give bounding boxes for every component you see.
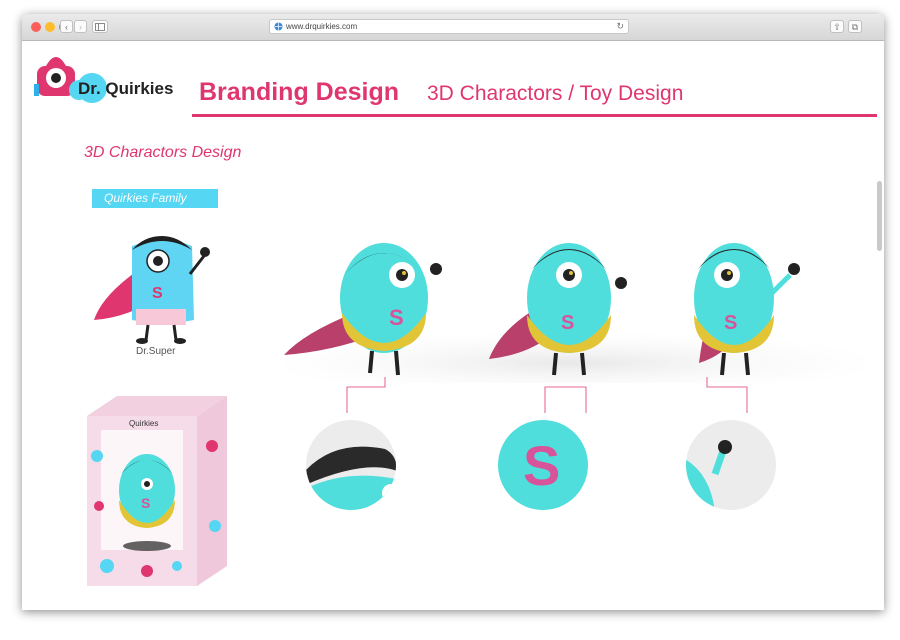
svg-text:S: S	[724, 312, 737, 334]
detail-circle-hair	[306, 420, 396, 510]
tabs-button[interactable]: ⧉	[848, 20, 862, 33]
svg-text:S: S	[523, 434, 560, 497]
page-content: Dr. Quirkies Branding Design 3D Characto…	[22, 41, 884, 610]
page-title: Branding Design	[199, 78, 400, 106]
forward-icon: ›	[79, 22, 82, 32]
brand-logo[interactable]: Dr. Quirkies	[32, 44, 182, 104]
back-icon: ‹	[65, 22, 68, 32]
svg-text:S: S	[389, 305, 404, 330]
globe-icon	[274, 22, 283, 31]
detail-circle-hand	[686, 420, 776, 510]
chest-letter: S	[152, 285, 163, 302]
header-divider	[192, 114, 877, 117]
dr-super-illustration: S	[94, 236, 210, 344]
svg-text:S: S	[561, 312, 574, 334]
tabs-icon: ⧉	[851, 22, 859, 32]
svg-text:S: S	[141, 495, 150, 511]
character-caption: Dr.Super	[136, 346, 176, 357]
detail-connectors	[346, 377, 748, 413]
package-brand-label: Quirkies	[129, 419, 158, 428]
toy-package: S Quirkies	[87, 396, 227, 586]
sidebar-icon	[95, 23, 105, 31]
forward-button[interactable]: ›	[74, 20, 87, 33]
page-subtitle: 3D Charactors / Toy Design	[427, 82, 684, 105]
close-window-button[interactable]	[31, 22, 41, 32]
reload-icon[interactable]: ↻	[616, 21, 624, 32]
back-button[interactable]: ‹	[60, 20, 73, 33]
share-icon: ⇧	[833, 22, 841, 32]
browser-toolbar: ‹ › www.drquirkies.com ↻ ⇧ ⧉	[22, 14, 884, 41]
logo-text: Dr. Quirkies	[78, 79, 174, 98]
section-title: 3D Charactors Design	[84, 144, 242, 161]
detail-circle-letter: S	[498, 420, 588, 510]
url-text: www.drquirkies.com	[286, 22, 358, 31]
browser-window: ‹ › www.drquirkies.com ↻ ⇧ ⧉ Dr. Quirkie…	[22, 14, 884, 610]
share-button[interactable]: ⇧	[830, 20, 844, 33]
minimize-window-button[interactable]	[45, 22, 55, 32]
sidebar-button[interactable]	[92, 20, 108, 33]
section-tag: Quirkies Family	[92, 189, 218, 208]
address-bar[interactable]: www.drquirkies.com ↻	[269, 19, 629, 34]
character-3d-renders: S S S	[284, 243, 864, 383]
scrollbar-thumb[interactable]	[877, 181, 882, 251]
